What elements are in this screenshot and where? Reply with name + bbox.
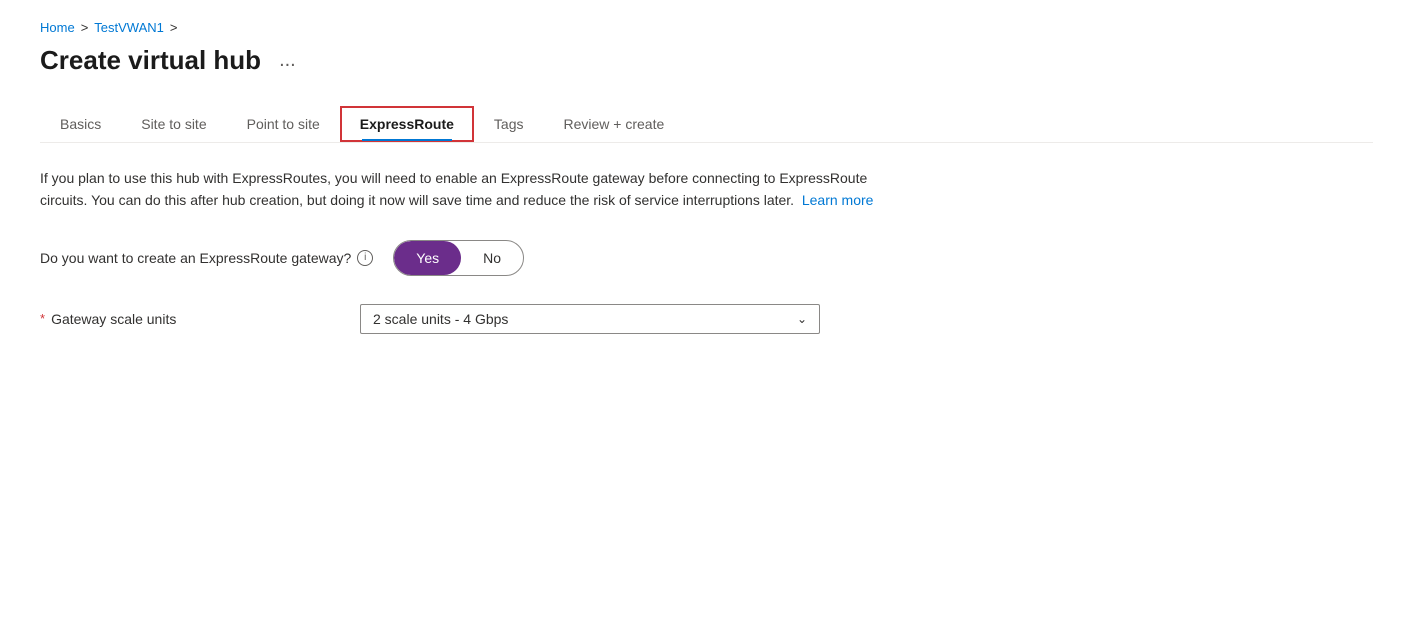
tab-site-to-site[interactable]: Site to site (121, 106, 226, 142)
required-star: * (40, 311, 45, 326)
gateway-question-label: Do you want to create an ExpressRoute ga… (40, 250, 373, 266)
toggle-yes[interactable]: Yes (394, 241, 461, 275)
gateway-question-row: Do you want to create an ExpressRoute ga… (40, 240, 1373, 276)
learn-more-link[interactable]: Learn more (802, 192, 874, 208)
gateway-scale-units-label: * Gateway scale units (40, 311, 340, 327)
gateway-scale-units-dropdown[interactable]: 2 scale units - 4 Gbps ⌄ (360, 304, 820, 334)
tab-point-to-site[interactable]: Point to site (227, 106, 340, 142)
breadcrumb-separator-1: > (81, 20, 89, 35)
tab-expressroute[interactable]: ExpressRoute (340, 106, 474, 142)
tab-review-create[interactable]: Review + create (544, 106, 685, 142)
tabs-container: Basics Site to site Point to site Expres… (40, 106, 1373, 143)
tab-tags[interactable]: Tags (474, 106, 544, 142)
gateway-toggle[interactable]: Yes No (393, 240, 524, 276)
description-text: If you plan to use this hub with Express… (40, 167, 910, 212)
toggle-no[interactable]: No (461, 241, 523, 275)
ellipsis-button[interactable]: ... (273, 47, 302, 74)
page-container: Home > TestVWAN1 > Create virtual hub ..… (0, 0, 1413, 382)
info-icon: i (357, 250, 373, 266)
breadcrumb-home[interactable]: Home (40, 20, 75, 35)
breadcrumb-separator-2: > (170, 20, 178, 35)
gateway-scale-units-row: * Gateway scale units 2 scale units - 4 … (40, 304, 1373, 334)
chevron-down-icon: ⌄ (797, 312, 807, 326)
page-title: Create virtual hub (40, 45, 261, 76)
breadcrumb: Home > TestVWAN1 > (40, 20, 1373, 35)
breadcrumb-testvwan1[interactable]: TestVWAN1 (94, 20, 164, 35)
tab-basics[interactable]: Basics (40, 106, 121, 142)
dropdown-selected-value: 2 scale units - 4 Gbps (373, 311, 508, 327)
page-title-row: Create virtual hub ... (40, 45, 1373, 76)
